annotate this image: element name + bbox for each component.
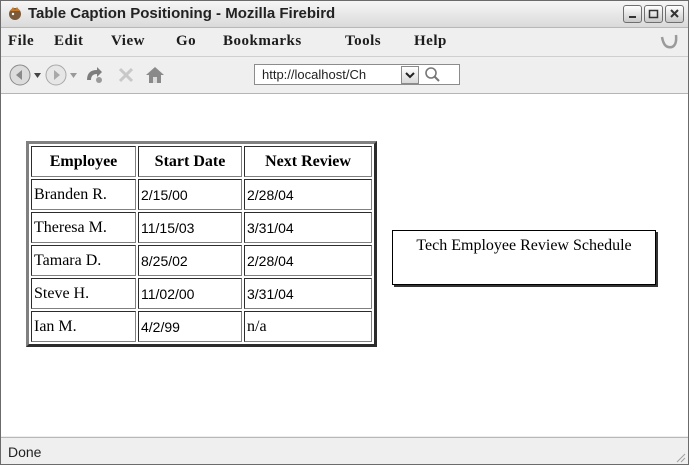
- table-row: Tamara D. 8/25/02 2/28/04: [31, 245, 372, 276]
- table-cell: Steve H.: [31, 278, 136, 309]
- maximize-button[interactable]: [644, 5, 663, 23]
- table-cell: Theresa M.: [31, 212, 136, 243]
- column-header: Employee: [31, 146, 136, 177]
- close-icon: [670, 9, 679, 18]
- stop-icon[interactable]: [115, 64, 137, 86]
- url-dropdown-button[interactable]: [401, 66, 419, 84]
- table-cell: 2/15/00: [138, 179, 242, 210]
- page-content: Employee Start Date Next Review Branden …: [1, 94, 688, 436]
- table-row: Branden R. 2/15/00 2/28/04: [31, 179, 372, 210]
- table-caption: Tech Employee Review Schedule: [392, 230, 656, 285]
- menu-help[interactable]: Help: [414, 33, 447, 50]
- table-cell: 2/28/04: [244, 245, 372, 276]
- minimize-icon: [629, 16, 636, 18]
- table-row: Steve H. 11/02/00 3/31/04: [31, 278, 372, 309]
- resize-grip-icon[interactable]: [674, 451, 686, 463]
- menu-file[interactable]: File: [8, 33, 34, 50]
- table-cell: Tamara D.: [31, 245, 136, 276]
- minimize-button[interactable]: [623, 5, 642, 23]
- maximize-icon: [648, 9, 659, 19]
- browser-window: Table Caption Positioning - Mozilla Fire…: [0, 0, 689, 465]
- throbber-icon: [660, 34, 678, 49]
- table-cell: Ian M.: [31, 311, 136, 342]
- menu-go[interactable]: Go: [176, 33, 196, 50]
- status-bar: Done: [1, 437, 688, 464]
- forward-icon[interactable]: [45, 64, 67, 86]
- table-header-row: Employee Start Date Next Review: [31, 146, 372, 177]
- status-text: Done: [8, 444, 42, 460]
- url-text[interactable]: http://localhost/Ch: [262, 67, 397, 82]
- table-cell: 11/02/00: [138, 278, 242, 309]
- menu-bookmarks[interactable]: Bookmarks: [223, 33, 302, 50]
- table-cell: 2/28/04: [244, 179, 372, 210]
- table-cell: 3/31/04: [244, 278, 372, 309]
- table-cell: Branden R.: [31, 179, 136, 210]
- employee-table: Employee Start Date Next Review Branden …: [26, 141, 377, 347]
- firebird-app-icon: [9, 7, 21, 20]
- reload-icon[interactable]: [83, 64, 105, 86]
- table-cell: n/a: [244, 311, 372, 342]
- menu-edit[interactable]: Edit: [54, 33, 84, 50]
- menu-view[interactable]: View: [111, 33, 145, 50]
- table-row: Theresa M. 11/15/03 3/31/04: [31, 212, 372, 243]
- menu-tools[interactable]: Tools: [345, 33, 381, 50]
- back-icon[interactable]: [9, 64, 31, 86]
- table-cell: 4/2/99: [138, 311, 242, 342]
- chevron-down-icon: [405, 72, 415, 79]
- table-cell: 8/25/02: [138, 245, 242, 276]
- table-cell: 3/31/04: [244, 212, 372, 243]
- window-title: Table Caption Positioning - Mozilla Fire…: [28, 5, 336, 22]
- home-icon[interactable]: [144, 64, 166, 86]
- column-header: Next Review: [244, 146, 372, 177]
- menu-bar: File Edit View Go Bookmarks Tools Help: [1, 28, 688, 57]
- column-header: Start Date: [138, 146, 242, 177]
- close-button[interactable]: [665, 5, 684, 23]
- url-bar[interactable]: http://localhost/Ch: [254, 64, 460, 85]
- table-cell: 11/15/03: [138, 212, 242, 243]
- search-icon[interactable]: [419, 64, 459, 85]
- navigation-toolbar: http://localhost/Ch: [1, 57, 688, 94]
- title-bar: Table Caption Positioning - Mozilla Fire…: [1, 1, 688, 28]
- back-dropdown-icon[interactable]: [34, 73, 41, 79]
- table-row: Ian M. 4/2/99 n/a: [31, 311, 372, 342]
- forward-dropdown-icon[interactable]: [70, 73, 77, 79]
